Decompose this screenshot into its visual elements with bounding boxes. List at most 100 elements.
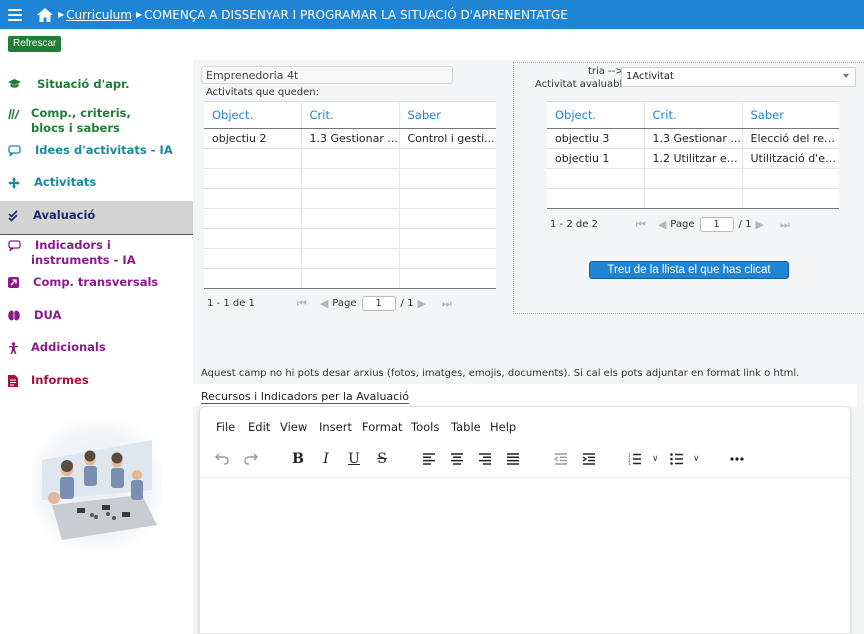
menu-help[interactable]: Help: [490, 420, 516, 434]
undo-icon[interactable]: [212, 450, 232, 468]
remaining-activities-label: Activitats que queden:: [206, 87, 319, 98]
top-bar: ▶ Curriculum ▶ COMENÇA A DISSENYAR I PRO…: [0, 0, 864, 29]
column-header-object[interactable]: Object.: [204, 102, 302, 129]
table-cell: objectiu 1: [547, 148, 645, 169]
table-row[interactable]: objectiu 2 1.3 Gestionar ... Control i g…: [204, 128, 496, 149]
toolbar-divider: [200, 477, 850, 478]
menu-table[interactable]: Table: [451, 420, 481, 434]
numbered-list-icon[interactable]: 123: [625, 450, 645, 468]
sidebar-item-label: Indicadors i: [35, 238, 111, 252]
indent-icon[interactable]: [579, 450, 599, 468]
chevron-down-icon[interactable]: ∨: [652, 454, 659, 464]
more-icon[interactable]: [727, 450, 747, 468]
table-row[interactable]: objectiu 3 1.3 Gestionar ... Elecció del…: [547, 128, 839, 149]
selected-activity: 1Activitat: [626, 71, 674, 82]
underline-icon[interactable]: U: [344, 450, 364, 468]
person-icon: [8, 342, 20, 354]
page-number-input[interactable]: 1: [699, 217, 734, 232]
refresh-button[interactable]: Refrescar: [8, 36, 62, 52]
empty-row: [204, 208, 496, 229]
evaluable-activity-select[interactable]: 1Activitat: [621, 67, 856, 87]
align-center-icon[interactable]: [447, 450, 467, 468]
field-label: Recursos i Indicadors per la Avaluació: [201, 390, 410, 404]
menu-tools[interactable]: Tools: [411, 420, 439, 434]
column-header-object[interactable]: Object.: [547, 102, 645, 129]
prev-page-icon[interactable]: ◀: [320, 297, 328, 310]
sidebar-item-avaluacio[interactable]: Avaluació: [0, 201, 193, 235]
table-cell: Elecció del rep...: [742, 128, 839, 149]
svg-text:3: 3: [628, 462, 631, 465]
last-page-icon[interactable]: ⏭: [780, 218, 790, 232]
sidebar-item-informes[interactable]: Informes: [0, 373, 193, 389]
column-header-criteria[interactable]: Crit.: [301, 102, 400, 129]
strikethrough-icon[interactable]: S: [372, 450, 392, 468]
align-justify-icon[interactable]: [503, 450, 523, 468]
sidebar-item-activitats[interactable]: Activitats: [0, 175, 193, 191]
sidebar-item-label: Comp., criteris,: [31, 106, 131, 120]
sidebar-item-label: Avaluació: [33, 208, 96, 222]
breadcrumb-curriculum-link[interactable]: Curriculum: [66, 8, 132, 22]
menu-edit[interactable]: Edit: [248, 420, 270, 434]
sidebar-item-situacio[interactable]: Situació d'apr.: [0, 77, 193, 93]
evaluable-activity-label: Activitat avaluable: [535, 79, 629, 90]
breadcrumb-current: COMENÇA A DISSENYAR I PROGRAMAR LA SITUA…: [144, 7, 568, 22]
menu-format[interactable]: Format: [362, 420, 403, 434]
next-page-icon[interactable]: ▶: [417, 297, 425, 310]
left-pager: 1 - 1 de 1 ⏮ ◀ Page 1 / 1 ▶ ⏭: [207, 296, 452, 311]
sidebar-item-idees[interactable]: Idees d'activitats - IA: [0, 143, 193, 159]
last-page-icon[interactable]: ⏭: [442, 297, 452, 311]
empty-row: [204, 148, 496, 169]
home-icon[interactable]: [36, 7, 54, 23]
menu-file[interactable]: File: [216, 420, 235, 434]
project-name-field[interactable]: Emprenedoria 4t: [201, 66, 453, 84]
align-left-icon[interactable]: [419, 450, 439, 468]
bold-icon[interactable]: B: [288, 450, 308, 468]
table-row[interactable]: objectiu 1 1.2 Utilitzar es... Utilitzac…: [547, 148, 839, 169]
chat-bubble-icon: [8, 240, 21, 253]
books-icon: [8, 108, 20, 120]
right-pager: 1 - 2 de 2 ⏮ ◀ Page 1 / 1 ▶ ⏭: [550, 217, 790, 232]
bullet-list-icon[interactable]: [667, 450, 687, 468]
page-number-input[interactable]: 1: [361, 296, 396, 311]
sidebar-item-label: Situació d'apr.: [37, 77, 130, 91]
remaining-activities-grid: Object. Crit. Saber objectiu 2 1.3 Gesti…: [204, 101, 496, 289]
sidebar-item-label: Addicionals: [31, 340, 106, 354]
sidebar-item-addicionals[interactable]: Addicionals: [0, 340, 193, 356]
breadcrumb-separator-icon: ▶: [58, 10, 65, 19]
empty-row: [547, 168, 839, 189]
remove-from-list-button[interactable]: Treu de la llista el que has clicat: [589, 261, 789, 279]
column-header-saber[interactable]: Saber: [742, 102, 839, 129]
editor-content-area[interactable]: [200, 479, 850, 633]
prev-page-icon[interactable]: ◀: [658, 218, 666, 231]
check-double-icon: [8, 210, 20, 222]
sidebar-item-label: DUA: [34, 308, 62, 322]
sidebar-item-competencies[interactable]: Comp., criteris, blocs i sabers: [0, 106, 193, 136]
first-page-icon[interactable]: ⏮: [636, 218, 646, 232]
first-page-icon[interactable]: ⏮: [297, 297, 307, 311]
menu-insert[interactable]: Insert: [319, 420, 352, 434]
outdent-icon[interactable]: [551, 450, 571, 468]
italic-icon[interactable]: I: [316, 450, 336, 468]
table-cell: objectiu 3: [547, 128, 645, 149]
sidebar-item-dua[interactable]: DUA: [0, 308, 193, 324]
table-cell: objectiu 2: [204, 128, 302, 149]
empty-row: [547, 188, 839, 209]
column-header-criteria[interactable]: Crit.: [644, 102, 743, 129]
sidebar-item-indicadors[interactable]: Indicadors i instruments - IA: [0, 238, 193, 268]
breadcrumb-separator-icon: ▶: [135, 10, 143, 19]
chevron-down-icon[interactable]: ∨: [693, 454, 700, 464]
column-header-saber[interactable]: Saber: [399, 102, 496, 129]
table-cell: 1.3 Gestionar ...: [301, 128, 400, 149]
menu-view[interactable]: View: [280, 420, 307, 434]
table-cell: 1.2 Utilitzar es...: [644, 148, 743, 169]
sidebar-item-label: Activitats: [34, 175, 97, 189]
move-arrows-icon: [8, 177, 20, 189]
menu-icon[interactable]: [8, 8, 22, 21]
redo-icon[interactable]: [241, 450, 261, 468]
sidebar-item-transversals[interactable]: Comp. transversals: [0, 275, 193, 291]
brain-icon: [8, 310, 20, 322]
align-right-icon[interactable]: [475, 450, 495, 468]
page-label: Page: [670, 219, 695, 230]
next-page-icon[interactable]: ▶: [755, 218, 763, 231]
table-cell: Control i gesti...: [399, 128, 496, 149]
